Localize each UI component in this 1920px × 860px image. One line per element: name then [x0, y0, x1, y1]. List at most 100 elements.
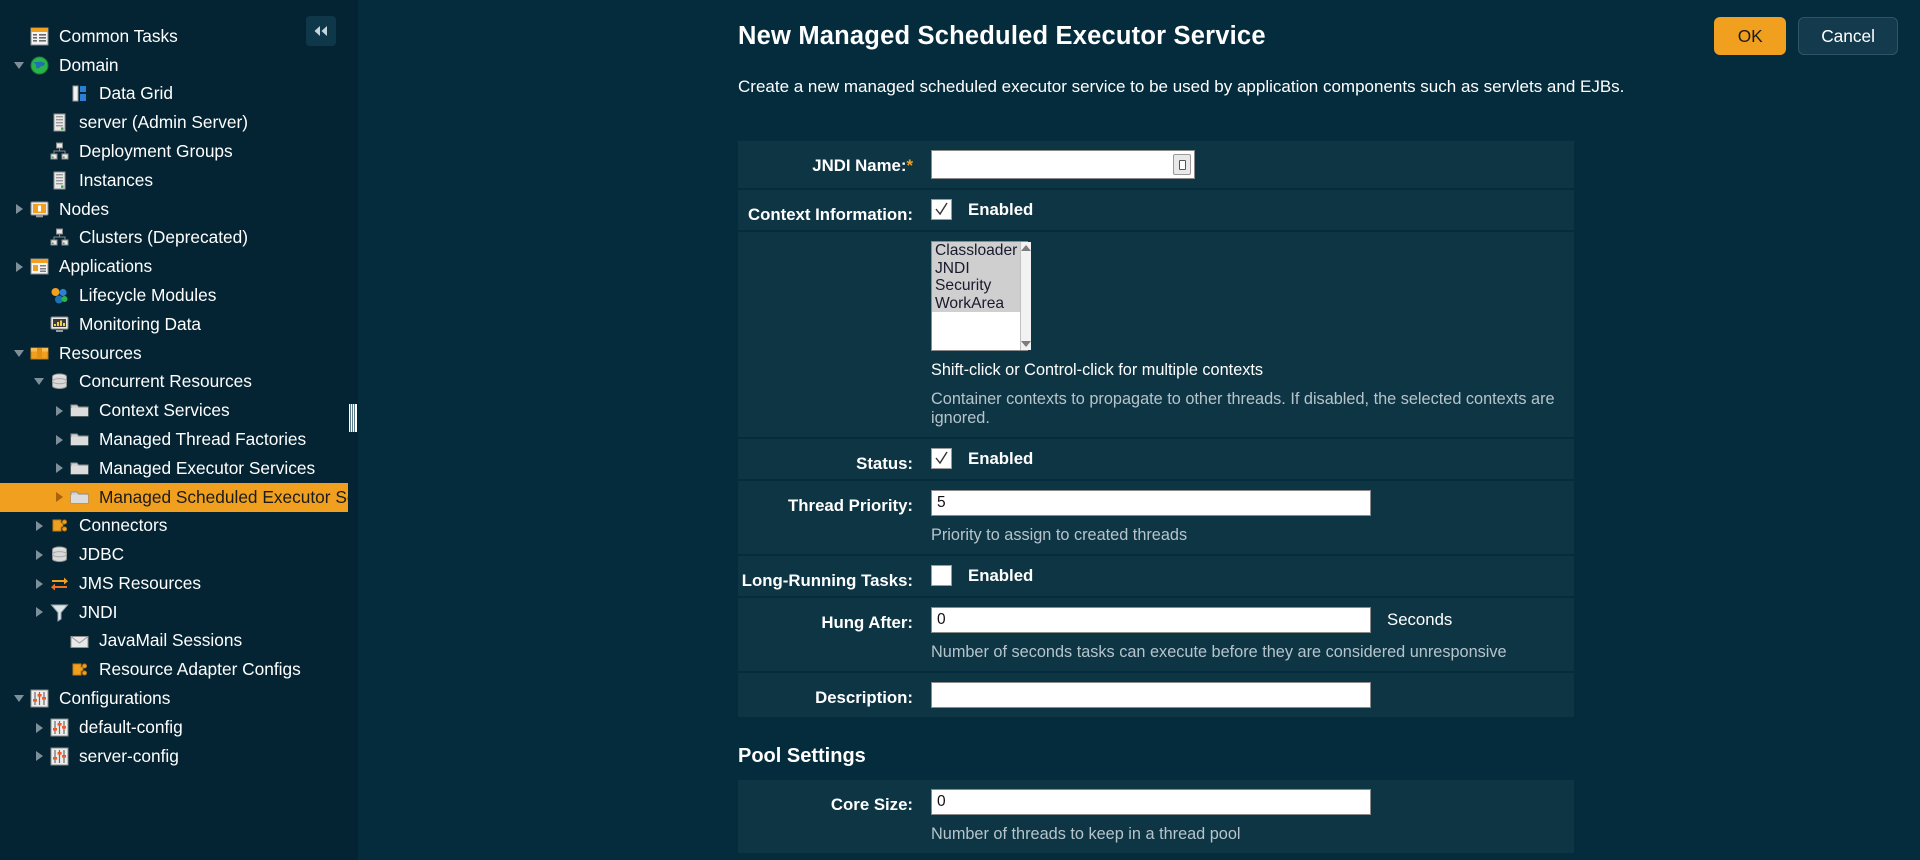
field-row-contexts: Classloader JNDI Security WorkArea Shift-cl… — [738, 232, 1574, 439]
field-row-thread-priority: Thread Priority: Priority to assign to c… — [738, 481, 1574, 556]
tree-item-jdbc[interactable]: JDBC — [0, 540, 358, 569]
tree-item-label: Context Services — [99, 400, 230, 421]
sidebar-splitter[interactable] — [348, 0, 358, 860]
tree-item-context-services[interactable]: Context Services — [0, 396, 358, 425]
tree-item-managed-executor-services[interactable]: Managed Executor Services — [0, 454, 358, 483]
twisty-collapsed-icon[interactable] — [10, 261, 28, 272]
config-icon — [48, 718, 70, 738]
tree-item-server-admin-server[interactable]: server (Admin Server) — [0, 108, 358, 137]
hung-after-unit: Seconds — [1387, 610, 1453, 629]
database-icon — [48, 372, 70, 392]
config-icon — [28, 689, 50, 709]
tree-item-applications[interactable]: Applications — [0, 252, 358, 281]
tree-item-connectors[interactable]: Connectors — [0, 512, 358, 541]
tree-item-data-grid[interactable]: Data Grid — [0, 80, 358, 109]
executor-service-form: JNDI Name:* Context Information: Enabled… — [738, 141, 1574, 855]
tree-item-domain[interactable]: Domain — [0, 51, 358, 80]
field-row-hung-after: Hung After: Seconds Number of seconds ta… — [738, 598, 1574, 673]
twisty-collapsed-icon[interactable] — [30, 607, 48, 618]
tree-item-jndi[interactable]: JNDI — [0, 598, 358, 627]
tree-item-server-config[interactable]: server-config — [0, 742, 358, 771]
tree-item-managed-scheduled-executor-services[interactable]: Managed Scheduled Executor Services — [0, 482, 358, 512]
tree-item-concurrent-resources[interactable]: Concurrent Resources — [0, 368, 358, 397]
scroll-up-icon[interactable] — [1021, 245, 1032, 251]
contexts-listbox[interactable]: Classloader JNDI Security WorkArea — [931, 241, 1032, 351]
core-size-input[interactable] — [931, 789, 1371, 815]
contexts-option[interactable]: WorkArea — [932, 294, 1021, 312]
tree-item-lifecycle-modules[interactable]: Lifecycle Modules — [0, 281, 358, 310]
tree-item-label: Resources — [59, 342, 142, 363]
tree-item-label: Resource Adapter Configs — [99, 659, 301, 680]
tree-item-clusters-deprecated[interactable]: Clusters (Deprecated) — [0, 224, 358, 253]
tree-item-managed-thread-factories[interactable]: Managed Thread Factories — [0, 425, 358, 454]
cancel-button[interactable]: Cancel — [1798, 17, 1898, 55]
config-icon — [48, 746, 70, 766]
jndi-lookup-icon[interactable] — [1173, 154, 1191, 175]
tree-item-label: Connectors — [79, 515, 168, 536]
tree-item-label: Managed Executor Services — [99, 457, 316, 478]
tree-item-label: JDBC — [79, 544, 125, 565]
long-running-tasks-checkbox-label: Enabled — [968, 565, 1034, 585]
twisty-collapsed-icon[interactable] — [30, 722, 48, 733]
twisty-collapsed-icon[interactable] — [30, 549, 48, 560]
jndi-name-input[interactable] — [931, 150, 1195, 179]
tree-item-common-tasks[interactable]: Common Tasks — [0, 22, 358, 51]
status-checkbox-label: Enabled — [968, 448, 1034, 468]
thread-priority-hint: Priority to assign to created threads — [931, 526, 1188, 544]
pool-settings-heading: Pool Settings — [738, 745, 866, 767]
status-label: Status: — [856, 454, 913, 473]
jndi-name-label: JNDI Name:* — [812, 156, 913, 175]
field-row-status: Status: Enabled — [738, 439, 1574, 481]
contexts-option[interactable]: JNDI — [932, 259, 1021, 277]
twisty-collapsed-icon[interactable] — [50, 434, 68, 445]
hung-after-input[interactable] — [931, 607, 1371, 633]
contexts-option[interactable]: Classloader — [932, 242, 1021, 260]
tree-item-instances[interactable]: Instances — [0, 166, 358, 195]
connector-icon — [68, 660, 90, 680]
connector-icon — [48, 516, 70, 536]
twisty-collapsed-icon[interactable] — [50, 492, 68, 503]
tree-item-resource-adapter-configs[interactable]: Resource Adapter Configs — [0, 656, 358, 685]
tree-item-jms-resources[interactable]: JMS Resources — [0, 569, 358, 598]
tree-item-deployment-groups[interactable]: Deployment Groups — [0, 137, 358, 166]
splitter-grip-icon[interactable] — [349, 404, 357, 432]
ok-button[interactable]: OK — [1714, 17, 1787, 55]
contexts-option[interactable]: Security — [932, 277, 1021, 295]
tree-item-javamail-sessions[interactable]: JavaMail Sessions — [0, 627, 358, 656]
page-title: New Managed Scheduled Executor Service — [738, 22, 1266, 50]
description-input[interactable] — [931, 682, 1371, 708]
tree-item-monitoring-data[interactable]: Monitoring Data — [0, 310, 358, 339]
tree-item-resources[interactable]: Resources — [0, 339, 358, 368]
twisty-collapsed-icon[interactable] — [30, 578, 48, 589]
tree-item-label: JMS Resources — [79, 572, 201, 593]
folder-icon — [68, 487, 90, 507]
twisty-collapsed-icon[interactable] — [30, 751, 48, 762]
twisty-collapsed-icon[interactable] — [50, 405, 68, 416]
tree-item-default-config[interactable]: default-config — [0, 713, 358, 742]
status-checkbox[interactable] — [931, 448, 952, 469]
scroll-down-icon[interactable] — [1021, 341, 1032, 347]
twisty-expanded-icon[interactable] — [10, 695, 28, 703]
server-icon — [48, 170, 70, 190]
funnel-icon — [48, 602, 70, 622]
tree-item-configurations[interactable]: Configurations — [0, 684, 358, 713]
twisty-collapsed-icon[interactable] — [50, 463, 68, 474]
long-running-tasks-label: Long-Running Tasks: — [741, 571, 913, 590]
jms-icon — [48, 574, 70, 594]
contexts-hint-primary: Shift-click or Control-click for multipl… — [931, 361, 1264, 379]
twisty-collapsed-icon[interactable] — [10, 204, 28, 215]
thread-priority-input[interactable] — [931, 490, 1371, 516]
long-running-tasks-checkbox[interactable] — [931, 565, 952, 586]
twisty-expanded-icon[interactable] — [10, 61, 28, 69]
context-information-checkbox[interactable] — [931, 199, 952, 220]
twisty-collapsed-icon[interactable] — [30, 520, 48, 531]
core-size-hint: Number of threads to keep in a thread po… — [931, 825, 1241, 843]
tree-item-nodes[interactable]: Nodes — [0, 195, 358, 224]
tree-item-label: Clusters (Deprecated) — [79, 227, 249, 248]
twisty-expanded-icon[interactable] — [10, 349, 28, 357]
twisty-expanded-icon[interactable] — [30, 378, 48, 386]
contexts-listbox-scrollbar[interactable] — [1020, 242, 1032, 350]
node-icon — [28, 199, 50, 219]
navigation-sidebar: Common Tasks Domain Data Grid server (Admin… — [0, 0, 358, 860]
group-icon — [48, 228, 70, 248]
